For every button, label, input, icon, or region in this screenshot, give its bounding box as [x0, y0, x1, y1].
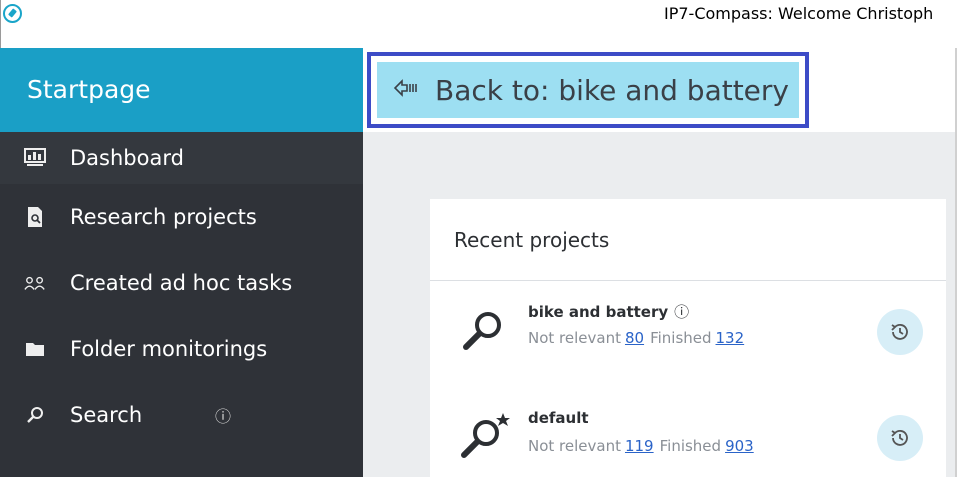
search-project-icon — [458, 303, 510, 359]
document-search-icon — [24, 206, 46, 228]
sidebar-item-label: Dashboard — [70, 146, 184, 170]
history-icon — [891, 324, 908, 340]
sidebar-item-label: Created ad hoc tasks — [70, 271, 293, 295]
sidebar: Startpage Dashboard Research projects Cr… — [0, 48, 363, 477]
project-name[interactable]: default — [528, 409, 589, 427]
dashboard-icon — [24, 147, 46, 169]
sidebar-item-label: Folder monitorings — [70, 337, 268, 361]
title-bar: IP7-Compass: Welcome Christoph — [0, 0, 957, 48]
main-content: Back to: bike and battery Recent project… — [363, 48, 957, 477]
list-item[interactable]: bike and battery ⓘ Not relevant 80 Finished… — [430, 297, 946, 367]
project-name[interactable]: bike and battery ⓘ — [528, 301, 689, 322]
history-icon — [891, 430, 908, 446]
sidebar-item-label: Research projects — [70, 205, 257, 229]
not-relevant-count-link[interactable]: 119 — [625, 437, 654, 455]
sidebar-item-folder-monitorings[interactable]: Folder monitorings — [0, 316, 363, 382]
list-item[interactable]: default Not relevant 119 Finished 903 — [430, 405, 946, 475]
folder-icon — [24, 338, 46, 360]
sidebar-item-search[interactable]: Search ⓘ — [0, 382, 363, 448]
project-stats: Not relevant 80 Finished 132 — [528, 329, 745, 347]
back-button-label: Back to: bike and battery — [435, 73, 789, 107]
info-icon[interactable]: ⓘ — [215, 403, 231, 427]
sidebar-item-research-projects[interactable]: Research projects — [0, 184, 363, 250]
sidebar-item-ad-hoc-tasks[interactable]: Created ad hoc tasks — [0, 250, 363, 316]
sidebar-item-label: Search — [70, 403, 143, 427]
info-icon[interactable]: ⓘ — [674, 303, 689, 321]
history-button[interactable] — [877, 309, 923, 355]
history-button[interactable] — [877, 415, 923, 461]
users-icon — [24, 272, 46, 294]
compass-icon — [3, 4, 22, 23]
back-button-highlight: Back to: bike and battery — [367, 52, 809, 128]
back-button[interactable]: Back to: bike and battery — [377, 62, 799, 118]
recent-projects-title: Recent projects — [430, 199, 946, 281]
finished-count-link[interactable]: 132 — [716, 329, 745, 347]
finished-count-link[interactable]: 903 — [725, 437, 754, 455]
sidebar-header[interactable]: Startpage — [0, 48, 363, 132]
not-relevant-count-link[interactable]: 80 — [625, 329, 644, 347]
search-icon — [24, 404, 46, 426]
top-bar: Back to: bike and battery — [363, 48, 957, 132]
back-arrow-icon — [393, 78, 421, 103]
recent-projects-card: Recent projects bike and battery ⓘ Not re… — [430, 199, 946, 477]
project-stats: Not relevant 119 Finished 903 — [528, 437, 754, 455]
search-project-star-icon — [458, 411, 510, 467]
sidebar-item-dashboard[interactable]: Dashboard — [0, 132, 363, 184]
window-title: IP7-Compass: Welcome Christoph — [664, 4, 934, 23]
